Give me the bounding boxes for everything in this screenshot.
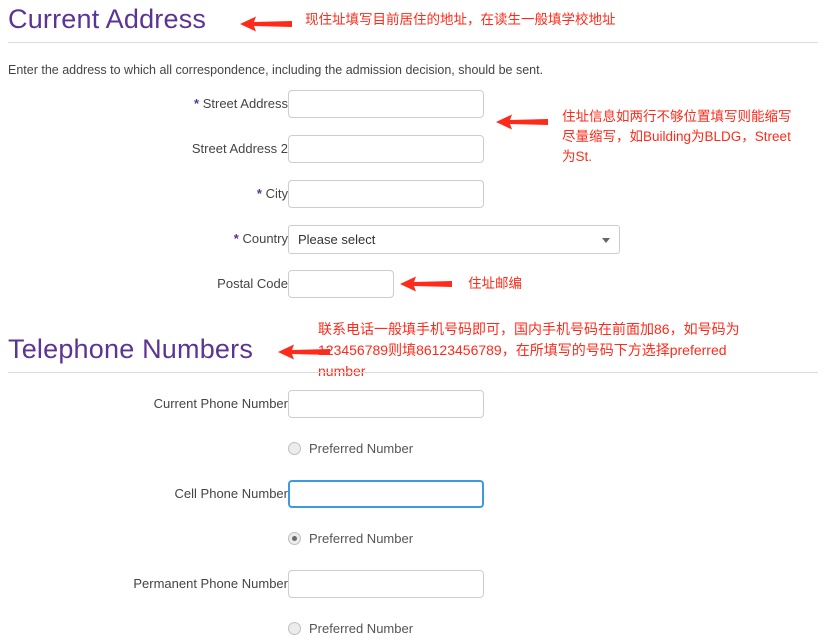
preferred-number-radio-cell[interactable] (288, 532, 301, 545)
label-cell-phone-number: Cell Phone Number (0, 480, 288, 508)
label-text: Cell Phone Number (174, 486, 288, 501)
required-asterisk: * (194, 96, 200, 111)
annotation-address-heading: 现住址填写目前居住的地址，在读生一般填学校地址 (305, 12, 616, 27)
label-text: Current Phone Number (153, 396, 288, 411)
label-text: Country (242, 231, 288, 246)
label-permanent-phone-number: Permanent Phone Number (0, 570, 288, 598)
field-row-street-address-2: Street Address 2 (0, 135, 831, 163)
preferred-number-label: Preferred Number (309, 441, 414, 456)
required-asterisk: * (233, 231, 239, 246)
field-row-country: * Country Please select (0, 225, 831, 254)
radio-row-cell-preferred[interactable]: Preferred Number (0, 531, 831, 550)
street-address-input[interactable] (288, 90, 484, 118)
left-arrow-icon (496, 114, 548, 130)
required-asterisk: * (256, 186, 262, 201)
label-country: * Country (0, 225, 288, 253)
section-divider-telephone (8, 372, 818, 373)
page-title: Current Address (8, 4, 207, 34)
field-row-city: * City (0, 180, 831, 208)
preferred-number-label: Preferred Number (309, 621, 414, 636)
street-address-2-input[interactable] (288, 135, 484, 163)
field-row-current-phone: Current Phone Number (0, 390, 831, 418)
annotation-postal-code: 住址邮编 (468, 276, 522, 291)
cell-phone-number-input[interactable] (288, 480, 484, 508)
label-street-address-2: Street Address 2 (0, 135, 288, 163)
label-postal-code: Postal Code (0, 270, 288, 298)
preferred-number-radio-permanent[interactable] (288, 622, 301, 635)
address-intro-text: Enter the address to which all correspon… (8, 63, 544, 77)
left-arrow-icon (240, 16, 292, 32)
preferred-number-radio-current[interactable] (288, 442, 301, 455)
radio-row-current-preferred[interactable]: Preferred Number (0, 441, 831, 460)
field-row-permanent-phone: Permanent Phone Number (0, 570, 831, 598)
chevron-down-icon (602, 238, 610, 243)
label-text: Postal Code (217, 276, 288, 291)
label-text: City (265, 186, 288, 201)
field-row-cell-phone: Cell Phone Number (0, 480, 831, 508)
permanent-phone-number-input[interactable] (288, 570, 484, 598)
country-select-value: Please select (298, 232, 376, 247)
country-select[interactable]: Please select (288, 225, 620, 254)
label-street-address: * Street Address (0, 90, 288, 118)
left-arrow-icon (400, 276, 452, 292)
label-city: * City (0, 180, 288, 208)
label-current-phone-number: Current Phone Number (0, 390, 288, 418)
current-phone-number-input[interactable] (288, 390, 484, 418)
postal-code-input[interactable] (288, 270, 394, 298)
city-input[interactable] (288, 180, 484, 208)
label-text: Permanent Phone Number (133, 576, 288, 591)
radio-row-permanent-preferred[interactable]: Preferred Number (0, 621, 831, 640)
section-divider-address (8, 42, 818, 43)
label-text: Street Address (202, 96, 288, 111)
label-text: Street Address 2 (191, 141, 288, 156)
preferred-number-label: Preferred Number (309, 531, 414, 546)
telephone-section-title: Telephone Numbers (8, 334, 254, 364)
